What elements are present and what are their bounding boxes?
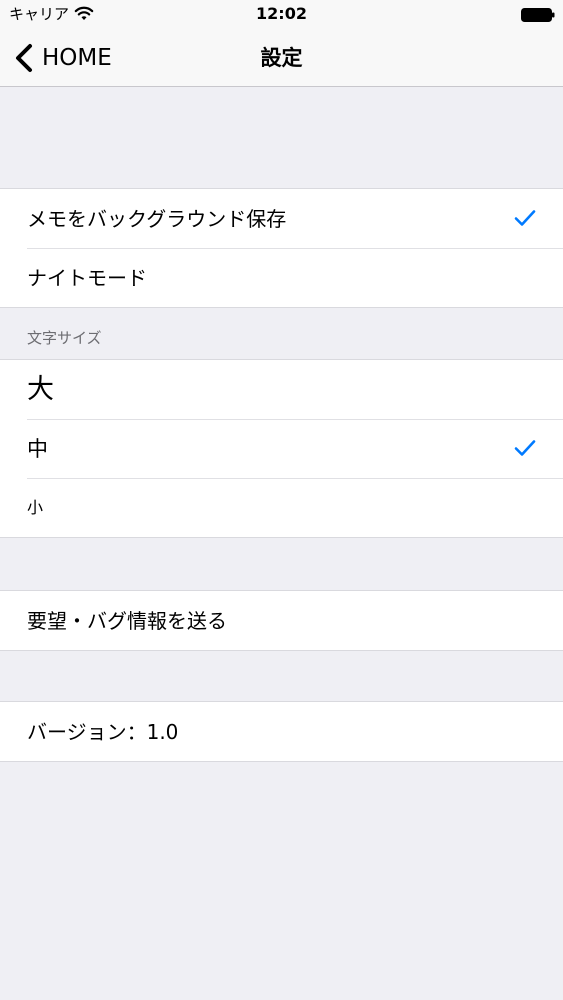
checkmark-icon: [514, 440, 536, 456]
version-row: バージョン：1.0: [0, 702, 563, 761]
navigation-bar: HOME 設定: [0, 30, 563, 87]
memo-background-save-row[interactable]: メモをバックグラウンド保存: [0, 189, 563, 248]
battery-icon: [521, 8, 555, 22]
page-title: 設定: [260, 46, 303, 70]
send-feedback-label: 要望・バグ情報を送る: [27, 608, 227, 633]
settings-group: メモをバックグラウンド保存 ナイトモード: [0, 188, 563, 308]
version-group: バージョン：1.0: [0, 701, 563, 762]
font-size-section-header: 文字サイズ: [27, 329, 102, 347]
send-feedback-row[interactable]: 要望・バグ情報を送る: [0, 591, 563, 650]
font-size-option-medium[interactable]: 中: [0, 419, 563, 478]
version-label: バージョン：1.0: [27, 719, 179, 744]
night-mode-label: ナイトモード: [27, 265, 147, 290]
font-size-medium-label: 中: [27, 436, 48, 461]
checkmark-icon: [514, 210, 536, 226]
font-size-option-small[interactable]: 小: [0, 478, 563, 537]
night-mode-row[interactable]: ナイトモード: [0, 248, 563, 307]
font-size-small-label: 小: [27, 497, 44, 517]
font-size-large-label: 大: [27, 373, 54, 405]
font-size-group: 大 中 小: [0, 359, 563, 538]
memo-background-save-label: メモをバックグラウンド保存: [27, 206, 287, 231]
status-bar: キャリア 12:02: [0, 0, 563, 30]
font-size-option-large[interactable]: 大: [0, 360, 563, 419]
feedback-group: 要望・バグ情報を送る: [0, 590, 563, 651]
clock: 12:02: [256, 4, 307, 23]
